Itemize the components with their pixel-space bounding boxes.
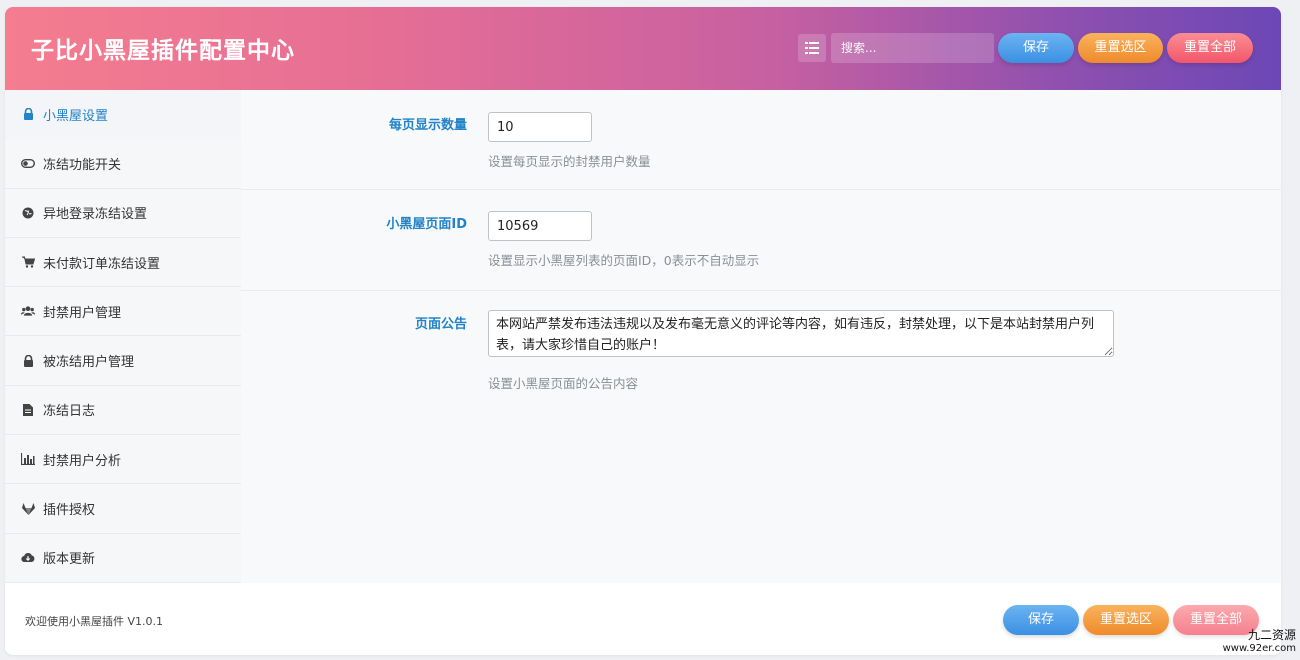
lock-icon <box>21 354 35 368</box>
sidebar-item-remote-login-freeze[interactable]: 异地登录冻结设置 <box>5 188 241 238</box>
list-icon[interactable] <box>798 34 826 62</box>
reset-all-button[interactable]: 重置全部 <box>1167 33 1253 63</box>
field-description: 设置小黑屋页面的公告内容 <box>488 376 639 391</box>
gitlab-icon <box>21 502 35 516</box>
sidebar-item-label: 封禁用户分析 <box>43 453 122 469</box>
bar-chart-icon <box>21 452 35 466</box>
watermark: 九二资源 www.92er.com <box>1223 628 1296 656</box>
search-input[interactable] <box>831 33 994 63</box>
sidebar-item-plugin-license[interactable]: 插件授权 <box>5 484 241 534</box>
globe-icon <box>21 206 35 220</box>
sidebar-item-label: 版本更新 <box>43 552 96 568</box>
watermark-url: www.92er.com <box>1222 643 1296 654</box>
save-button[interactable]: 保存 <box>998 33 1074 63</box>
sidebar-item-label: 插件授权 <box>43 503 96 519</box>
toggle-icon <box>21 156 35 170</box>
sidebar-item-frozen-users[interactable]: 被冻结用户管理 <box>5 336 241 386</box>
sidebar-item-freeze-log[interactable]: 冻结日志 <box>5 385 241 436</box>
footer-reset-section-button[interactable]: 重置选区 <box>1083 605 1169 635</box>
sidebar-item-version-update[interactable]: 版本更新 <box>5 533 241 583</box>
lock-icon <box>21 107 35 121</box>
sidebar-item-banned-users[interactable]: 封禁用户管理 <box>5 287 241 337</box>
sidebar-item-blackroom-settings[interactable]: 小黑屋设置 <box>5 90 241 140</box>
sidebar-item-label: 未付款订单冻结设置 <box>43 256 161 272</box>
sidebar-item-label: 小黑屋设置 <box>43 108 109 124</box>
sidebar-item-label: 被冻结用户管理 <box>43 355 135 371</box>
footer: 欢迎使用小黑屋插件 V1.0.1 保存 重置选区 重置全部 <box>5 583 1281 655</box>
field-description: 设置每页显示的封禁用户数量 <box>488 154 651 169</box>
settings-panel: 子比小黑屋插件配置中心 保存 重置选区 重置全部 小黑屋设置 <box>5 7 1281 655</box>
footer-save-button[interactable]: 保存 <box>1003 605 1079 635</box>
sidebar-item-label: 异地登录冻结设置 <box>43 207 148 223</box>
field-label: 页面公告 <box>414 317 467 332</box>
settings-content: 每页显示数量 设置每页显示的封禁用户数量 小黑屋页面ID 设置显示小黑屋列表的页… <box>241 90 1281 583</box>
field-label: 小黑屋页面ID <box>386 217 467 232</box>
watermark-title: 九二资源 <box>1247 628 1296 642</box>
sidebar-item-label: 封禁用户管理 <box>43 305 122 321</box>
per-page-input[interactable] <box>488 112 592 142</box>
users-icon <box>21 304 35 318</box>
sidebar-item-freeze-toggle[interactable]: 冻结功能开关 <box>5 139 241 189</box>
cloud-download-icon <box>21 551 35 565</box>
sidebar-item-label: 冻结日志 <box>43 404 96 420</box>
cart-icon <box>21 255 35 269</box>
sidebar-item-ban-analysis[interactable]: 封禁用户分析 <box>5 435 241 485</box>
page-id-input[interactable] <box>488 211 592 241</box>
field-announcement: 页面公告 本网站严禁发布违法违规以及发布毫无意义的评论等内容，如有违反，封禁处理… <box>241 291 1281 421</box>
field-page-id: 小黑屋页面ID 设置显示小黑屋列表的页面ID，0表示不自动显示 <box>241 190 1281 291</box>
field-per-page: 每页显示数量 设置每页显示的封禁用户数量 <box>241 90 1281 190</box>
announcement-textarea[interactable]: 本网站严禁发布违法违规以及发布毫无意义的评论等内容，如有违反，封禁处理，以下是本… <box>488 310 1114 357</box>
field-description: 设置显示小黑屋列表的页面ID，0表示不自动显示 <box>488 253 760 268</box>
footer-version-text: 欢迎使用小黑屋插件 V1.0.1 <box>25 615 164 628</box>
reset-section-button[interactable]: 重置选区 <box>1078 33 1163 63</box>
sidebar-item-label: 冻结功能开关 <box>43 157 122 173</box>
sidebar: 小黑屋设置 冻结功能开关 异地登录冻结设置 未付款订单冻结设置 封禁用户管理 被… <box>5 90 241 583</box>
header: 子比小黑屋插件配置中心 保存 重置选区 重置全部 <box>5 7 1281 90</box>
file-icon <box>21 403 35 417</box>
page-title: 子比小黑屋插件配置中心 <box>31 38 295 64</box>
field-label: 每页显示数量 <box>388 118 467 133</box>
sidebar-item-unpaid-order-freeze[interactable]: 未付款订单冻结设置 <box>5 237 241 288</box>
